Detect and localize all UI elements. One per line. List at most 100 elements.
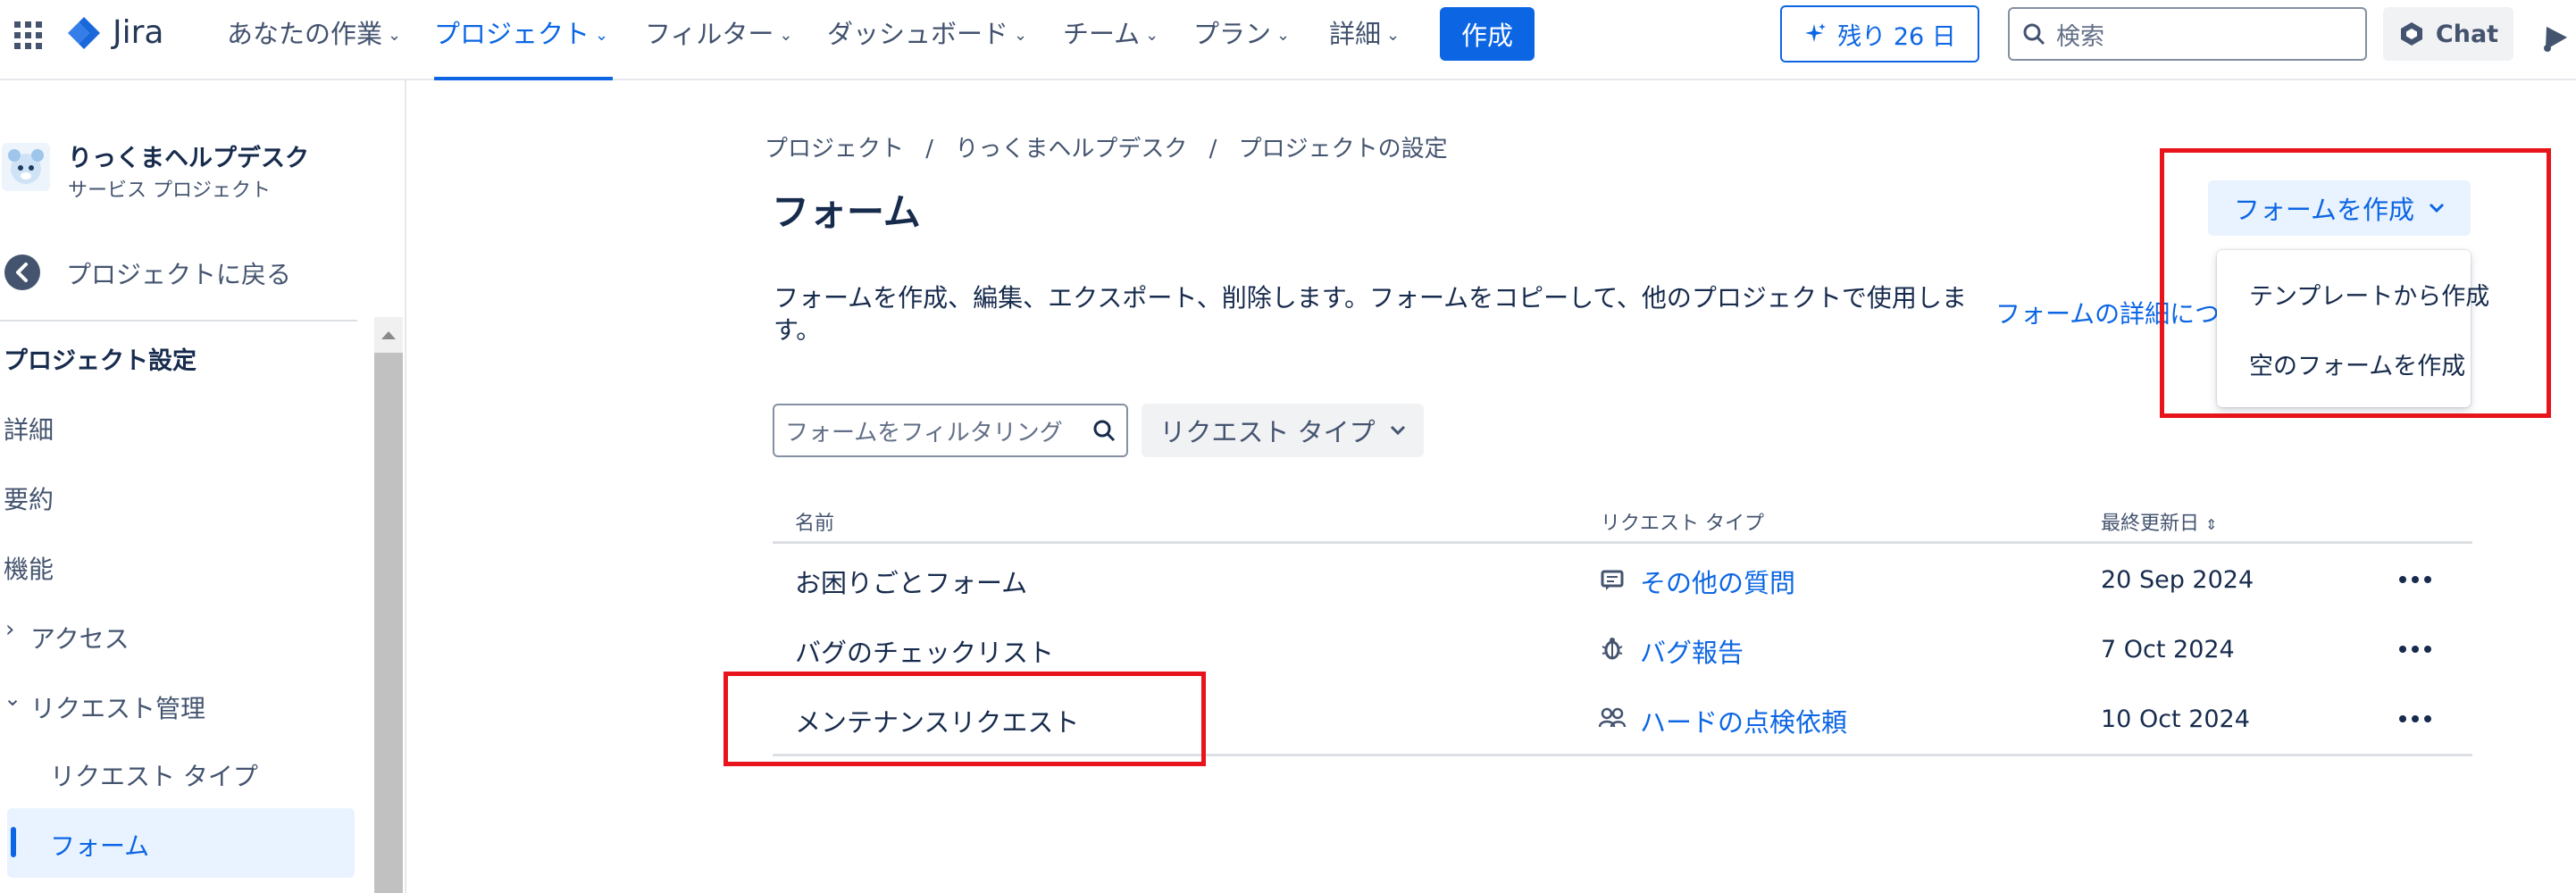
dot [2399, 715, 2406, 722]
dot [2412, 646, 2419, 653]
column-header-label: 最終更新日 [2101, 513, 2200, 535]
breadcrumb-project[interactable]: りっくまヘルプデスク [955, 136, 1187, 163]
chevron-down-icon: ⌄ [4, 686, 22, 711]
trial-label: 残り 26 日 [1837, 22, 1956, 51]
chevron-right-icon: › [5, 616, 15, 643]
request-type-filter-label: リクエスト タイプ [1159, 417, 1376, 447]
create-button[interactable]: 作成 [1440, 7, 1535, 61]
sidebar-divider [0, 320, 357, 321]
nav-teams[interactable]: チーム ⌄ [1063, 18, 1158, 52]
search-placeholder: 検索 [2056, 22, 2104, 51]
sidebar-item-request-management[interactable]: ⌄ リクエスト管理 [0, 686, 357, 725]
search-icon [1093, 420, 1116, 442]
search-icon [2023, 23, 2045, 46]
chevron-down-icon: ⌄ [1386, 26, 1401, 45]
updated-date: 7 Oct 2024 [2101, 636, 2235, 663]
form-filter-input[interactable]: フォームをフィルタリング [773, 404, 1128, 457]
back-label: プロジェクトに戻る [66, 260, 292, 289]
nav-your-work[interactable]: あなたの作業 ⌄ [227, 18, 401, 52]
dot [2399, 646, 2406, 653]
breadcrumb-separator: / [1209, 136, 1217, 163]
highlight-box-maintenance-form [723, 672, 1206, 766]
message-icon [1601, 570, 1624, 590]
sidebar-item-details[interactable]: 詳細 [4, 411, 54, 446]
nav-dashboards[interactable]: ダッシュボード ⌄ [827, 18, 1027, 52]
dot [2424, 715, 2431, 722]
jira-logo-icon [68, 16, 100, 49]
nav-projects[interactable]: プロジェクト ⌄ [434, 18, 608, 52]
rovo-chat-icon [2400, 22, 2422, 46]
breadcrumb-separator: / [925, 136, 934, 163]
row-actions-button[interactable] [2396, 704, 2435, 734]
chevron-down-icon [1390, 425, 1405, 436]
notifications-icon[interactable] [2535, 20, 2571, 55]
breadcrumb-project-settings[interactable]: プロジェクトの設定 [1239, 136, 1448, 163]
column-header-name[interactable]: 名前 [795, 507, 834, 536]
column-header-updated[interactable]: 最終更新日 ⇕ [2101, 507, 2217, 536]
chat-button[interactable]: Chat [2383, 7, 2513, 61]
nav-filters[interactable]: フィルター ⌄ [645, 18, 793, 52]
page-description: フォームを作成、編集、エクスポート、削除します。フォームをコピーして、他のプロジ… [774, 283, 1967, 313]
sidebar-item-features[interactable]: 機能 [4, 550, 54, 586]
trial-days-button[interactable]: 残り 26 日 [1780, 5, 1979, 63]
nav-label: チーム [1063, 19, 1141, 49]
column-header-request-type[interactable]: リクエスト タイプ [1601, 507, 1764, 536]
active-nav-underline [434, 77, 613, 80]
chevron-down-icon: ⌄ [779, 26, 793, 45]
nav-label: プラン [1193, 19, 1272, 49]
filter-placeholder: フォームをフィルタリング [785, 419, 1063, 446]
project-name[interactable]: りっくまヘルプデスク [68, 138, 309, 173]
breadcrumb: プロジェクト / りっくまヘルプデスク / プロジェクトの設定 [765, 130, 1448, 163]
nav-label: プロジェクト [434, 19, 590, 49]
request-type-link[interactable]: バグ報告 [1640, 632, 1744, 670]
nav-more[interactable]: 詳細 ⌄ [1329, 18, 1400, 52]
back-to-project-link[interactable]: プロジェクトに戻る [0, 250, 357, 295]
sidebar-item-request-types[interactable]: リクエスト タイプ [50, 757, 258, 793]
page-description-cont: す。 [774, 315, 822, 345]
chat-label: Chat [2435, 20, 2499, 48]
top-navigation-bar: Jira あなたの作業 ⌄ プロジェクト ⌄ フィルター ⌄ ダッシュボード ⌄ チーム… [0, 0, 2576, 80]
sparkle-icon [1805, 23, 1827, 42]
scroll-up-arrow-icon[interactable] [380, 329, 397, 341]
people-icon [1599, 707, 1626, 728]
project-avatar[interactable] [2, 143, 50, 191]
chevron-down-icon: ⌄ [1276, 26, 1291, 45]
form-name-link[interactable]: バグのチェックリスト [795, 632, 1054, 670]
row-actions-button[interactable] [2396, 634, 2435, 664]
sidebar-section-title: プロジェクト設定 [4, 347, 197, 375]
nav-plans[interactable]: プラン ⌄ [1193, 18, 1290, 52]
nav-label: フィルター [645, 19, 774, 49]
dot [2412, 715, 2419, 722]
jira-logo[interactable]: Jira [66, 14, 163, 51]
bug-icon [1602, 638, 1623, 660]
sidebar-item-access[interactable]: › アクセス [0, 616, 357, 655]
chevron-down-icon: ⌄ [388, 26, 402, 45]
sidebar-item-label: リクエスト管理 [30, 694, 206, 723]
sidebar-item-forms[interactable]: フォーム [50, 827, 149, 863]
nav-label: あなたの作業 [227, 19, 383, 49]
app-name: Jira [113, 14, 164, 51]
sidebar-item-summary[interactable]: 要約 [4, 480, 54, 516]
breadcrumb-projects[interactable]: プロジェクト [765, 136, 904, 163]
arrow-left-circle-icon [4, 255, 40, 290]
dot [2424, 576, 2431, 583]
chevron-down-icon: ⌄ [1014, 26, 1028, 45]
request-type-link[interactable]: ハードの点検依頼 [1640, 702, 1847, 739]
sidebar-item-label: アクセス [30, 624, 130, 654]
project-type: サービス プロジェクト [68, 179, 271, 202]
selected-indicator [11, 827, 16, 857]
sidebar-scrollbar-thumb[interactable] [374, 353, 403, 893]
chevron-down-icon: ⌄ [1145, 26, 1159, 45]
row-actions-button[interactable] [2396, 564, 2435, 595]
page-title: フォーム [772, 190, 921, 234]
form-name-link[interactable]: お困りごとフォーム [795, 563, 1027, 600]
updated-date: 10 Oct 2024 [2101, 705, 2250, 733]
dot [2399, 576, 2406, 583]
chevron-down-icon: ⌄ [595, 26, 609, 45]
request-type-link[interactable]: その他の質問 [1640, 563, 1795, 600]
app-switcher-icon[interactable] [14, 21, 43, 50]
search-input[interactable]: 検索 [2008, 7, 2367, 61]
sort-icon: ⇕ [2205, 516, 2218, 533]
highlight-box-create-form [2160, 148, 2551, 418]
request-type-filter-button[interactable]: リクエスト タイプ [1142, 404, 1424, 457]
